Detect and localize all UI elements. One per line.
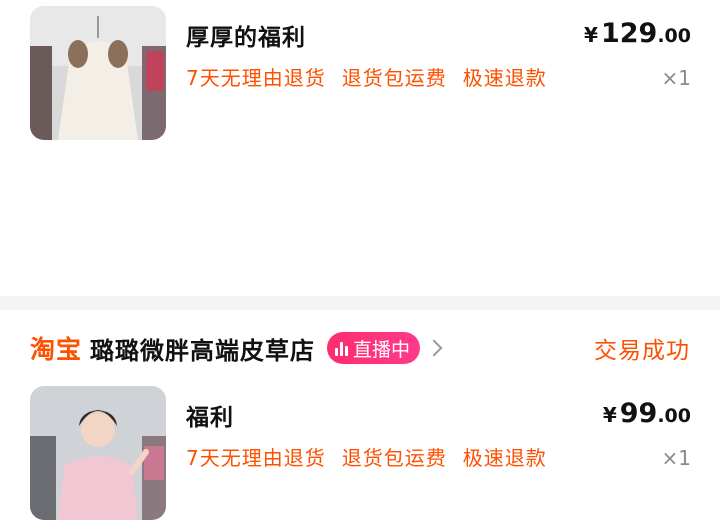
service-tags: 7天无理由退货 退货包运费 极速退款 <box>186 442 547 471</box>
product-price: ¥ 99 .00 <box>603 398 691 429</box>
tag-7day-return: 7天无理由退货 <box>186 446 326 470</box>
tag-free-return-shipping: 退货包运费 <box>341 66 447 90</box>
product-price: ¥ 129 .00 <box>584 18 691 49</box>
product-quantity: ×1 <box>661 66 691 90</box>
shop-header[interactable]: 淘宝 璐璐微胖高端皮草店 直播中 交易成功 <box>30 328 690 368</box>
product-image[interactable] <box>30 6 166 140</box>
product-quantity: ×1 <box>661 446 691 470</box>
taobao-logo: 淘宝 <box>30 335 83 364</box>
price-decimal: .00 <box>657 405 691 427</box>
price-integer: 99 <box>619 398 658 429</box>
live-badge[interactable]: 直播中 <box>327 332 421 364</box>
product-title[interactable]: 厚厚的福利 <box>186 18 306 52</box>
tag-7day-return: 7天无理由退货 <box>186 66 326 90</box>
product-title[interactable]: 福利 <box>186 398 234 432</box>
live-label: 直播中 <box>353 338 411 361</box>
live-bars-icon <box>335 340 349 356</box>
price-decimal: .00 <box>657 25 691 47</box>
currency-symbol: ¥ <box>584 23 598 47</box>
order-card-2[interactable]: 淘宝 璐璐微胖高端皮草店 直播中 交易成功 福利 7天无理由退货 退货包运费 极… <box>0 310 720 526</box>
order-card-1[interactable]: 厚厚的福利 7天无理由退货 退货包运费 极速退款 ¥ 129 .00 ×1 <box>0 0 720 296</box>
chevron-right-icon[interactable] <box>425 339 443 357</box>
currency-symbol: ¥ <box>602 403 617 427</box>
product-image[interactable] <box>30 386 166 520</box>
tag-fast-refund: 极速退款 <box>462 446 547 470</box>
shop-name[interactable]: 璐璐微胖高端皮草店 <box>90 331 315 366</box>
service-tags: 7天无理由退货 退货包运费 极速退款 <box>186 62 547 91</box>
tag-free-return-shipping: 退货包运费 <box>341 446 447 470</box>
order-status: 交易成功 <box>594 338 690 364</box>
tag-fast-refund: 极速退款 <box>462 66 547 90</box>
price-integer: 129 <box>600 18 658 49</box>
